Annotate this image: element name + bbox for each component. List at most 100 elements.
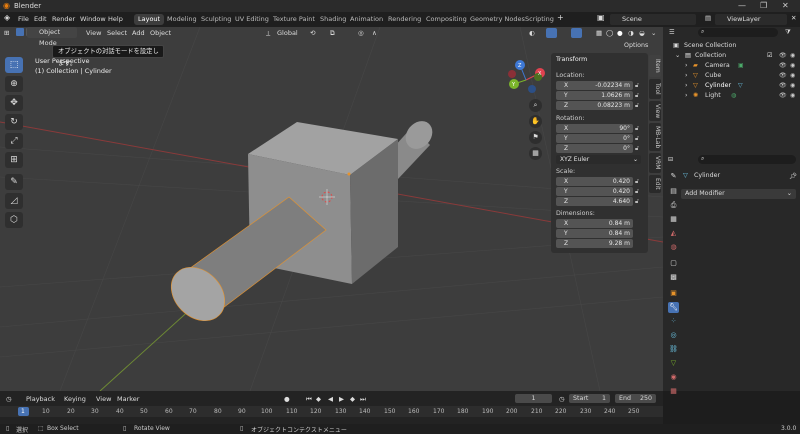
falloff-icon[interactable]: ∧	[372, 29, 377, 37]
lock-icon[interactable]: 🔓︎	[635, 178, 639, 186]
outliner-item-light[interactable]: Light	[705, 92, 721, 99]
maximize-button[interactable]: ❐	[760, 1, 767, 10]
jump-keyframe-back-icon[interactable]: ◆	[316, 395, 321, 403]
tab-compositing[interactable]: Compositing	[422, 14, 471, 25]
outliner-editor-icon[interactable]: ☰	[669, 29, 675, 36]
constraints-props-icon[interactable]: ⛓︎	[668, 344, 679, 355]
location-x-field[interactable]: X -0.02234 m	[556, 81, 633, 90]
viewport-menu-object[interactable]: Object	[150, 29, 171, 37]
rotation-z-field[interactable]: Z 0°	[556, 144, 633, 153]
lock-icon[interactable]: 🔓︎	[635, 125, 639, 133]
collection-props-icon[interactable]: ▢	[668, 258, 679, 269]
move-tool[interactable]: ✥	[5, 95, 23, 111]
tab-rendering[interactable]: Rendering	[384, 14, 425, 25]
checkbox-icon[interactable]: ☑	[767, 52, 772, 59]
scale-y-field[interactable]: Y 0.420	[556, 187, 633, 196]
timeline-menu-marker[interactable]: Marker	[117, 395, 139, 403]
chevron-right-icon[interactable]: ›	[685, 82, 688, 89]
shading-rendered-icon[interactable]: ◒	[639, 29, 645, 37]
eye-icon[interactable]: 👁︎	[779, 72, 787, 79]
tab-vrm[interactable]: VRM	[649, 153, 661, 173]
outliner-item-cylinder[interactable]: Cylinder	[705, 82, 731, 89]
location-z-field[interactable]: Z 0.08223 m	[556, 101, 633, 110]
viewport-menu-view[interactable]: View	[86, 29, 101, 37]
tab-animation[interactable]: Animation	[346, 14, 387, 25]
menu-render[interactable]: Render	[52, 15, 75, 23]
world-props-icon[interactable]: ◍	[668, 242, 679, 253]
timeline-menu-keying[interactable]: Keying	[64, 395, 86, 403]
start-frame-field[interactable]: Start 1	[569, 394, 610, 403]
lock-icon[interactable]: 🔓︎	[635, 82, 639, 90]
perspective-toggle-icon[interactable]: ▦	[529, 147, 542, 160]
chevron-down-icon[interactable]: ⌄	[675, 52, 680, 59]
select-box-tool[interactable]: ⬚	[5, 57, 23, 73]
chevron-right-icon[interactable]: ›	[685, 92, 688, 99]
scene-selector[interactable]: Scene	[610, 14, 696, 25]
visibility-icon[interactable]: ◐	[529, 29, 535, 37]
shading-options-icon[interactable]: ⌄	[651, 29, 656, 37]
rotation-x-field[interactable]: X 90°	[556, 124, 633, 133]
timeline-menu-playback[interactable]: Playback	[26, 395, 55, 403]
scale-tool[interactable]: ⤢	[5, 133, 23, 149]
lock-icon[interactable]: 🔓︎	[635, 188, 639, 196]
camera-icon[interactable]: ◉	[790, 52, 795, 59]
eye-icon[interactable]: 👁︎	[779, 82, 787, 89]
cursor-tool[interactable]: ⊕	[5, 76, 23, 92]
camera-icon[interactable]: ◉	[790, 92, 795, 99]
blender-menu-icon[interactable]: ◈	[4, 13, 10, 22]
lock-icon[interactable]: 🔓︎	[635, 135, 639, 143]
dimensions-y-field[interactable]: Y 0.84 m	[556, 229, 633, 238]
material-props-icon[interactable]: ◉	[668, 372, 679, 383]
viewport-menu-add[interactable]: Add	[132, 29, 145, 37]
annotate-tool[interactable]: ✎	[5, 174, 23, 190]
rotation-y-field[interactable]: Y 0°	[556, 134, 633, 143]
editor-type-icon[interactable]: ⊞	[4, 29, 9, 37]
record-icon[interactable]: ●	[284, 395, 290, 403]
close-button[interactable]: ✕	[782, 1, 789, 10]
lock-icon[interactable]: 🔓︎	[635, 92, 639, 100]
eye-icon[interactable]: 👁︎	[779, 62, 787, 69]
tab-item[interactable]: Item	[649, 55, 661, 77]
options-dropdown[interactable]: Options	[624, 42, 648, 49]
timeline-ruler[interactable]: 1 10 20 30 40 50 60 70 80 90 100 110 120…	[0, 406, 663, 417]
camera-icon[interactable]: ◉	[790, 82, 795, 89]
camera-icon[interactable]: ◉	[790, 62, 795, 69]
add-cube-tool[interactable]: ⬡	[5, 212, 23, 228]
zoom-icon[interactable]: ⌕	[529, 99, 542, 112]
scene-icon[interactable]: ▣	[597, 13, 605, 22]
outliner-collection[interactable]: Collection	[695, 52, 726, 59]
gizmo-toggle-icon[interactable]	[546, 28, 557, 38]
outliner-item-camera[interactable]: Camera	[705, 62, 730, 69]
transform-orientation-icon[interactable]: ⟂	[266, 29, 270, 38]
jump-keyframe-forward-icon[interactable]: ◆	[350, 395, 355, 403]
tab-tool[interactable]: Tool	[649, 79, 661, 99]
add-modifier-dropdown[interactable]: Add Modifier ⌄	[681, 189, 796, 199]
add-workspace-icon[interactable]: +	[557, 13, 564, 22]
pivot-point-icon[interactable]: ⟲	[310, 29, 315, 37]
object-props-icon[interactable]: ▣	[668, 288, 679, 299]
menu-file[interactable]: File	[18, 15, 29, 23]
minimize-button[interactable]: —	[738, 1, 746, 10]
object-mode-dropdown[interactable]: Object Mode	[27, 27, 77, 47]
tool-props-icon[interactable]: ✎	[668, 171, 679, 182]
tab-modeling[interactable]: Modeling	[163, 14, 201, 25]
menu-edit[interactable]: Edit	[34, 15, 47, 23]
camera-view-icon[interactable]: ⚑	[529, 131, 542, 144]
lock-icon[interactable]: 🔓︎	[635, 145, 639, 153]
render-props-icon[interactable]: ▤	[668, 186, 679, 197]
jump-end-icon[interactable]: ⏭︎	[360, 395, 366, 404]
proportional-edit-icon[interactable]: ◎	[358, 29, 364, 37]
chevron-right-icon[interactable]: ›	[685, 62, 688, 69]
gizmo-neg-x-handle[interactable]	[508, 70, 516, 78]
timeline-editor-icon[interactable]: ◷	[6, 395, 12, 403]
tab-geometry-nodes[interactable]: Geometry Nodes	[466, 14, 529, 25]
clock-icon[interactable]: ◷	[559, 395, 565, 403]
camera-icon[interactable]: ◉	[790, 72, 795, 79]
navigation-gizmo[interactable]: X Z Y	[508, 60, 545, 93]
scene-props-icon[interactable]: ◭	[668, 228, 679, 239]
timeline-menu-view[interactable]: View	[96, 395, 111, 403]
transform-orientation-dropdown[interactable]: Global	[277, 29, 298, 37]
dimensions-x-field[interactable]: X 0.84 m	[556, 219, 633, 228]
tab-texture-paint[interactable]: Texture Paint	[269, 14, 319, 25]
dimensions-z-field[interactable]: Z 9.28 m	[556, 239, 633, 248]
